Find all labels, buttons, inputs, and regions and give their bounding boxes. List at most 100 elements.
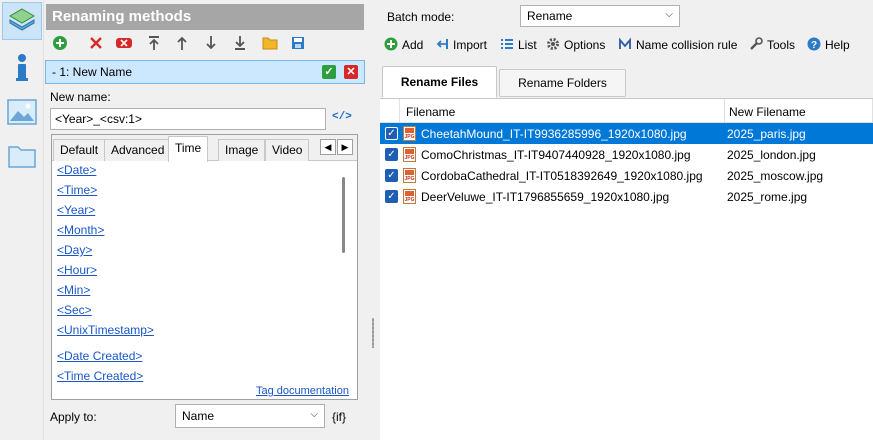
tabs-scroll-left-button[interactable]: ◀ (320, 139, 336, 155)
if-button[interactable]: {if} (332, 410, 346, 424)
file-row[interactable]: ✓ JPG CordobaCathedral_IT-IT0518392649_1… (380, 165, 873, 186)
rail-image-button[interactable] (2, 94, 42, 132)
tab-video[interactable]: Video (265, 139, 310, 161)
delete-icon (89, 36, 103, 53)
jpg-file-icon: JPG (403, 189, 416, 204)
column-check (380, 99, 400, 123)
code-icon: </> (332, 111, 352, 123)
tab-time[interactable]: Time (168, 136, 209, 162)
move-down-button[interactable] (201, 34, 221, 54)
import-icon (435, 37, 449, 54)
apply-to-label: Apply to: (50, 410, 97, 424)
tab-rename-folders[interactable]: Rename Folders (499, 69, 626, 97)
new-name-label: New name: (50, 90, 111, 104)
tag-date-created[interactable]: <Date Created> (57, 349, 142, 363)
tag-year[interactable]: <Year> (57, 203, 95, 217)
tag-date[interactable]: <Date> (57, 163, 96, 177)
name-collision-rule-button[interactable]: Name collision rule (618, 36, 737, 54)
rail-info-button[interactable] (2, 50, 42, 88)
move-up-icon (175, 35, 189, 54)
tag-day[interactable]: <Day> (57, 243, 92, 257)
apply-to-select[interactable]: Name ⌵ (175, 404, 325, 428)
move-bottom-icon (233, 35, 247, 54)
tag-scrollbar[interactable] (342, 177, 345, 253)
folder-icon (7, 143, 37, 172)
new-name-input[interactable] (50, 108, 326, 130)
tabs-scroll-right-button[interactable]: ▶ (337, 139, 353, 155)
tag-hour[interactable]: <Hour> (57, 263, 97, 277)
new-file-name: 2025_moscow.jpg (727, 169, 824, 183)
gear-icon (546, 37, 560, 54)
batch-mode-value: Rename (527, 9, 573, 23)
tag-month[interactable]: <Month> (57, 223, 104, 237)
method-label: - 1: New Name (52, 65, 133, 79)
tools-button[interactable]: Tools (749, 36, 795, 54)
list-label: List (518, 38, 537, 52)
arrow-right-icon: ▶ (341, 141, 349, 152)
tag-time[interactable]: <Time> (57, 183, 97, 197)
add-files-button[interactable]: Add (384, 36, 423, 54)
tab-default[interactable]: Default (53, 139, 106, 161)
help-button[interactable]: ? Help (807, 36, 850, 54)
file-row[interactable]: ✓ JPG DeerVeluwe_IT-IT1796855659_1920x10… (380, 186, 873, 207)
delete-method-button[interactable] (86, 34, 106, 54)
add-icon (384, 37, 398, 54)
new-file-name: 2025_london.jpg (727, 148, 816, 162)
batch-mode-select[interactable]: Rename ⌵ (520, 5, 680, 27)
clear-methods-button[interactable] (114, 34, 134, 54)
tag-documentation-link[interactable]: Tag documentation (256, 385, 349, 397)
batch-mode-label: Batch mode: (387, 10, 455, 24)
file-name: DeerVeluwe_IT-IT1796855659_1920x1080.jpg (421, 190, 670, 204)
method-enabled-checkbox[interactable]: ✓ (322, 65, 336, 79)
chevron-down-icon: ⌵ (310, 409, 318, 420)
move-bottom-button[interactable] (230, 34, 250, 54)
help-label: Help (825, 38, 850, 52)
tag-sec[interactable]: <Sec> (57, 303, 92, 317)
file-checkbox[interactable]: ✓ (385, 169, 398, 182)
side-rail (0, 0, 44, 440)
import-button[interactable]: Import (435, 36, 487, 54)
column-filename[interactable]: Filename (400, 99, 725, 123)
list-button[interactable]: List (500, 36, 537, 54)
new-file-name: 2025_paris.jpg (727, 127, 806, 141)
splitter-grip (372, 318, 374, 348)
move-top-button[interactable] (144, 34, 164, 54)
rail-folder-button[interactable] (2, 138, 42, 176)
check-icon: ✓ (324, 65, 334, 78)
rail-renaming-methods-button[interactable] (2, 2, 42, 40)
tag-time-created[interactable]: <Time Created> (57, 369, 143, 383)
tab-image[interactable]: Image (218, 139, 266, 161)
file-checkbox[interactable]: ✓ (385, 127, 398, 140)
name-collision-rule-label: Name collision rule (636, 38, 738, 52)
open-preset-button[interactable] (260, 34, 280, 54)
panel-title: Renaming methods (46, 4, 364, 30)
collision-icon (618, 37, 632, 54)
tab-rename-files[interactable]: Rename Files (382, 66, 497, 98)
image-icon (7, 98, 37, 128)
tag-tabs: Default Advanced Time Image Video ◀ ▶ (52, 135, 357, 162)
tab-advanced[interactable]: Advanced (104, 139, 172, 161)
tag-min[interactable]: <Min> (57, 283, 90, 297)
file-row[interactable]: ✓ JPG CheetahMound_IT-IT9936285996_1920x… (380, 123, 873, 144)
file-row[interactable]: ✓ JPG ComoChristmas_IT-IT9407440928_1920… (380, 144, 873, 165)
jpg-file-icon: JPG (403, 168, 416, 183)
panel-splitter[interactable] (366, 0, 380, 440)
tag-editor-button[interactable]: </> (332, 111, 352, 127)
options-button[interactable]: Options (546, 36, 605, 54)
list-icon (500, 37, 514, 54)
file-checkbox[interactable]: ✓ (385, 190, 398, 203)
new-file-name: 2025_rome.jpg (727, 190, 808, 204)
method-list-item[interactable]: - 1: New Name ✓ ✕ (45, 60, 365, 84)
chevron-down-icon: ⌵ (665, 9, 673, 20)
file-list: Filename New Filename ✓ JPG CheetahMound… (380, 98, 873, 440)
file-name: ComoChristmas_IT-IT9407440928_1920x1080.… (421, 148, 691, 162)
move-up-button[interactable] (172, 34, 192, 54)
tag-unix-timestamp[interactable]: <UnixTimestamp> (57, 323, 154, 337)
apply-to-value: Name (182, 409, 215, 423)
column-new-filename[interactable]: New Filename (725, 99, 873, 123)
save-preset-button[interactable] (288, 34, 308, 54)
method-remove-button[interactable]: ✕ (344, 65, 358, 79)
file-checkbox[interactable]: ✓ (385, 148, 398, 161)
arrow-left-icon: ◀ (324, 141, 332, 152)
add-method-button[interactable] (50, 34, 70, 54)
